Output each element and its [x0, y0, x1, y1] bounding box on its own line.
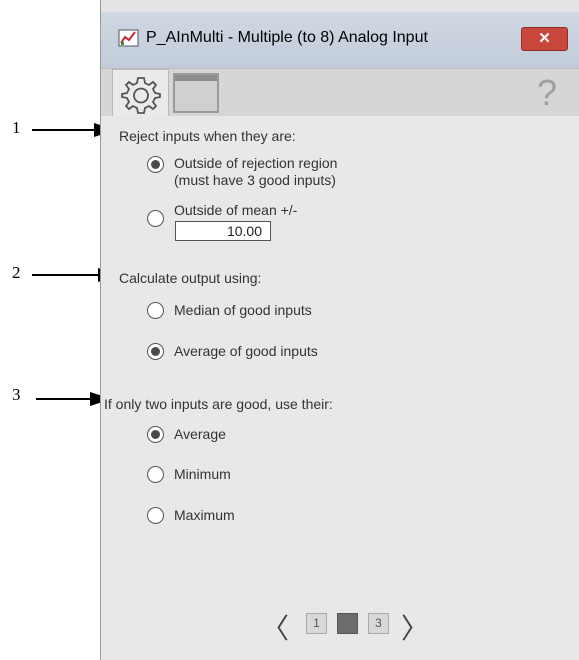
mean-deviation-input[interactable]: 10.00	[175, 221, 271, 241]
question-icon: ?	[537, 72, 558, 113]
radio-label: Average of good inputs	[174, 343, 318, 359]
reject-option1-line1: Outside of rejection region	[174, 155, 338, 171]
faceplate-window: P_AInMulti - Multiple (to 8) Analog Inpu…	[100, 0, 579, 660]
callout-2-number: 2	[12, 263, 21, 282]
toolbar: ?	[101, 68, 579, 117]
radio-label: Average	[174, 426, 226, 442]
radio-button[interactable]	[147, 507, 164, 524]
close-button[interactable]: ✕	[521, 27, 568, 51]
reject-option-rejection-region[interactable]	[147, 156, 164, 173]
title-bar[interactable]: P_AInMulti - Multiple (to 8) Analog Inpu…	[101, 12, 579, 68]
callout-3-number: 3	[12, 385, 21, 404]
page-2-button[interactable]: 2	[337, 613, 358, 634]
radio-label: Median of good inputs	[174, 302, 312, 318]
page-3-button[interactable]: 3	[368, 613, 389, 634]
two-inputs-option-minimum[interactable]: Minimum	[147, 466, 231, 483]
close-icon: ✕	[538, 30, 551, 47]
calculate-option-median[interactable]: Median of good inputs	[147, 302, 312, 319]
calculate-heading: Calculate output using:	[119, 270, 262, 286]
reject-option1-line2: (must have 3 good inputs)	[174, 172, 336, 188]
reject-option2-label: Outside of mean +/-	[174, 202, 298, 218]
tab-faceplate[interactable]	[173, 73, 219, 113]
reject-heading: Reject inputs when they are:	[119, 128, 296, 144]
two-inputs-option-maximum[interactable]: Maximum	[147, 507, 235, 524]
radio-button[interactable]	[147, 343, 164, 360]
radio-button[interactable]	[147, 156, 164, 173]
radio-button[interactable]	[147, 426, 164, 443]
chevron-left-icon[interactable]: 〈	[261, 607, 289, 647]
app-icon	[118, 29, 139, 47]
radio-label: Minimum	[174, 466, 231, 482]
page-1-button[interactable]: 1	[306, 613, 327, 634]
two-inputs-option-average[interactable]: Average	[147, 426, 226, 443]
settings-panel: Reject inputs when they are: Outside of …	[101, 116, 579, 660]
callout-1-number: 1	[12, 118, 21, 137]
radio-button[interactable]	[147, 302, 164, 319]
radio-label: Maximum	[174, 507, 235, 523]
radio-button[interactable]	[147, 210, 164, 227]
radio-button[interactable]	[147, 466, 164, 483]
chevron-right-icon[interactable]: 〉	[401, 607, 429, 647]
window-title: P_AInMulti - Multiple (to 8) Analog Inpu…	[146, 29, 428, 46]
tab-settings[interactable]	[112, 69, 169, 117]
gear-icon	[121, 77, 161, 114]
calculate-option-average[interactable]: Average of good inputs	[147, 343, 318, 360]
two-inputs-heading: If only two inputs are good, use their:	[104, 396, 333, 412]
callout-3-arrow	[36, 392, 112, 406]
help-button[interactable]: ?	[537, 72, 557, 114]
reject-option-outside-mean[interactable]	[147, 210, 164, 227]
